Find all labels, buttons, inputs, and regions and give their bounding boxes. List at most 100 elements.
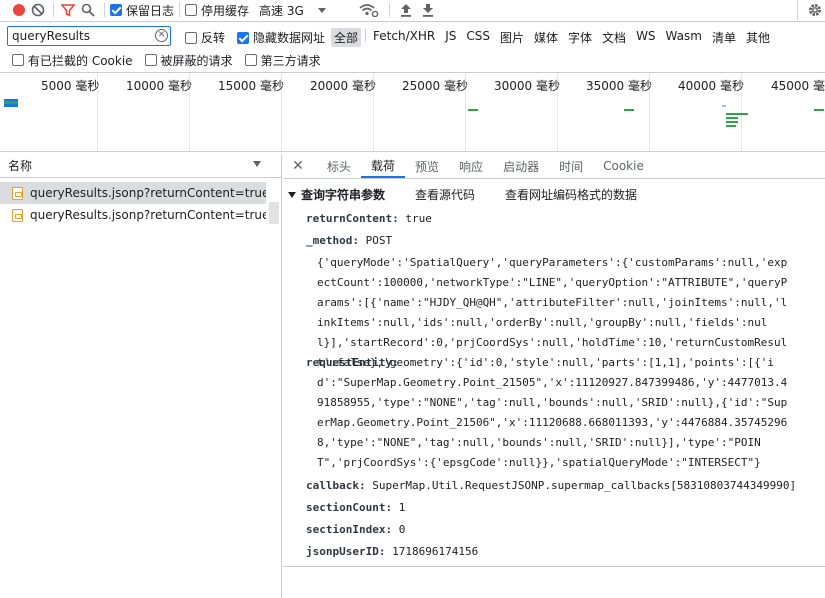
toolbar-divider (365, 28, 367, 42)
disable-cache-checkbox[interactable] (185, 4, 198, 16)
filter-input-box[interactable]: ✕ (7, 26, 171, 46)
param-key: callback: (306, 479, 366, 492)
timeline-request-bar (726, 121, 738, 123)
param-key: _method: (306, 234, 359, 247)
type-filter-fetch-xhr[interactable]: Fetch/XHR (370, 28, 438, 47)
disable-cache-label: 停用缓存 (201, 3, 250, 18)
timeline-tick-label: 40000 毫秒 (678, 79, 744, 93)
main-toolbar: 保留日志 停用缓存 高速 3G (0, 0, 825, 20)
type-filter-media[interactable]: 媒体 (531, 28, 561, 47)
sort-arrow-icon[interactable] (253, 161, 261, 167)
toolbar-divider (388, 3, 390, 17)
blocked-cookies-checkbox[interactable] (12, 54, 24, 66)
hide-data-urls-checkbox[interactable] (237, 31, 250, 44)
json-line: {'queryMode':'SpatialQuery','queryParame… (317, 256, 788, 269)
timeline-tick-label: 20000 毫秒 (310, 79, 376, 93)
view-url-encoded-link[interactable]: 查看网址编码格式的数据 (505, 186, 637, 203)
view-source-link[interactable]: 查看源代码 (415, 186, 475, 203)
timeline-request-bar (624, 109, 634, 111)
timeline-request-bar (814, 109, 824, 111)
script-file-icon (12, 208, 23, 222)
timeline-tick-label: 15000 毫秒 (218, 79, 284, 93)
tab-response[interactable]: 响应 (449, 154, 493, 178)
type-filter-manifest[interactable]: 清单 (709, 28, 739, 47)
param-value: SuperMap.Util.RequestJSONP.supermap_call… (372, 479, 797, 492)
search-icon (81, 3, 95, 17)
timeline-request-bar (4, 101, 18, 104)
collapse-triangle-icon[interactable] (288, 191, 296, 198)
network-settings-button[interactable] (806, 0, 824, 20)
json-line: inkItems':null,'ids':null,'orderBy':null… (317, 316, 768, 329)
type-filter-img[interactable]: 图片 (497, 28, 527, 47)
clear-button[interactable] (28, 0, 48, 20)
tab-payload[interactable]: 载荷 (361, 154, 406, 178)
import-har-button[interactable] (395, 0, 417, 20)
tab-initiator[interactable]: 启动器 (493, 154, 549, 178)
name-column-label: 名称 (8, 159, 33, 173)
clear-icon (31, 3, 45, 17)
param-value: 0 (398, 523, 406, 536)
clear-filter-icon[interactable]: ✕ (155, 29, 168, 42)
json-line: t':false},'geometry':{'id':0,'style':nul… (317, 356, 774, 369)
timeline-request-bar (726, 125, 736, 127)
param-value: POST (365, 234, 393, 247)
third-party-checkbox[interactable] (244, 54, 257, 66)
toolbar-divider (53, 3, 54, 17)
type-filter-doc[interactable]: 文档 (599, 28, 629, 47)
tab-preview[interactable]: 预览 (405, 154, 449, 178)
type-filter-css[interactable]: CSS (463, 28, 493, 47)
hide-data-urls-label: 隐藏数据网址 (253, 31, 326, 45)
type-filter-other[interactable]: 其他 (743, 28, 773, 47)
type-filter-ws[interactable]: WS (633, 28, 658, 47)
preserve-log-checkbox[interactable] (110, 4, 122, 16)
toolbar-separator (0, 21, 825, 22)
tab-headers[interactable]: 标头 (317, 154, 361, 178)
throttling-select[interactable]: 高速 3G (259, 2, 304, 19)
param-value: 1718696174156 (392, 545, 479, 558)
filter-input[interactable] (8, 27, 148, 45)
type-filter-all[interactable]: 全部 (331, 28, 362, 47)
timeline-request-bar (726, 117, 738, 119)
tab-cookies[interactable]: Cookie (593, 154, 654, 178)
blocked-cookies-label: 有已拦截的 Cookie (28, 53, 133, 68)
script-file-icon (12, 186, 23, 200)
throttling-dropdown-arrow[interactable] (317, 3, 326, 17)
request-detail-pane: ✕ 标头 载荷 预览 响应 启动器 时间 Cookie 查询字符串参数 查看源代… (283, 154, 825, 598)
search-button[interactable] (77, 0, 99, 20)
request-row[interactable]: queryResults.jsonp?returnContent=true&_.… (0, 204, 266, 226)
third-party-label: 第三方请求 (260, 53, 321, 68)
toolbar-divider (104, 3, 105, 17)
timeline-tick-label: 10000 毫秒 (126, 79, 192, 93)
record-icon (13, 4, 25, 16)
section-title: 查询字符串参数 (301, 188, 386, 202)
payload-panel: 查询字符串参数 查看源代码 查看网址编码格式的数据 returnContent:… (283, 180, 825, 560)
timeline-tick-label: 25000 毫秒 (402, 79, 468, 93)
close-detail-icon[interactable]: ✕ (291, 154, 305, 178)
toolbar-divider (179, 3, 181, 17)
query-string-section-header[interactable]: 查询字符串参数 查看源代码 查看网址编码格式的数据 (288, 186, 637, 203)
param-callback: callback: SuperMap.Util.RequestJSONP.sup… (306, 479, 796, 492)
payload-bottom-divider (283, 566, 825, 567)
timeline-request-bar (740, 113, 748, 115)
type-filter-js[interactable]: JS (442, 28, 459, 47)
param-method: _method: POST (306, 234, 392, 247)
filter-button[interactable] (59, 0, 77, 20)
list-scrollbar[interactable] (269, 202, 279, 224)
download-icon (422, 4, 433, 17)
param-sectioncount: sectionCount: 1 (306, 501, 405, 514)
param-value: true (405, 212, 432, 225)
invert-checkbox[interactable] (185, 31, 197, 44)
json-line: ectCount':100000,'networkType':"LINE",'q… (317, 276, 788, 289)
type-filter-font[interactable]: 字体 (565, 28, 595, 47)
tab-timing[interactable]: 时间 (549, 154, 593, 178)
type-filter-wasm[interactable]: Wasm (663, 28, 705, 47)
network-conditions-button[interactable] (354, 0, 384, 20)
timeline-tick-label: 30000 毫秒 (494, 79, 560, 93)
network-overview-timeline[interactable]: 5000 毫秒 10000 毫秒 15000 毫秒 20000 毫秒 25000… (0, 72, 825, 152)
chevron-down-icon (317, 8, 326, 13)
export-har-button[interactable] (417, 0, 439, 20)
param-key: returnContent: (306, 212, 399, 225)
name-column-header[interactable]: 名称 (0, 154, 281, 178)
blocked-requests-checkbox[interactable] (144, 54, 157, 66)
request-row[interactable]: queryResults.jsonp?returnContent=true&_.… (0, 182, 266, 204)
